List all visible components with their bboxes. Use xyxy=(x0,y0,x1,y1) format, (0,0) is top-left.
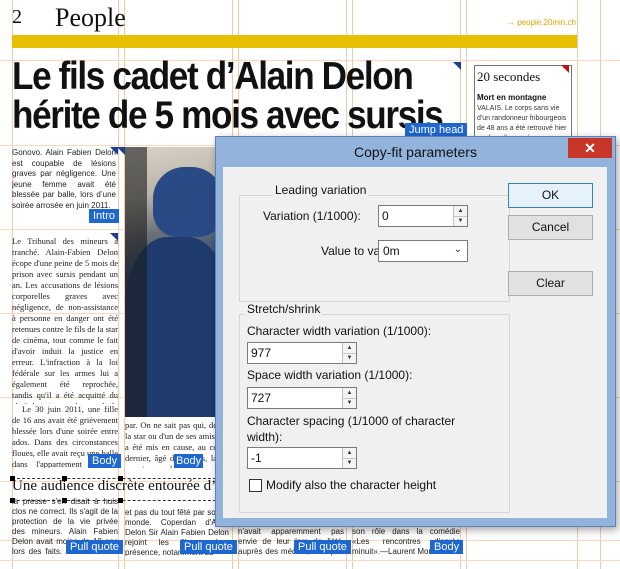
grid-guide xyxy=(0,560,620,561)
page-number: 2 xyxy=(12,6,22,28)
value-to-vary-selected: 0m xyxy=(383,244,400,258)
spin-down-icon[interactable]: ▼ xyxy=(343,398,356,408)
intro-tag: Intro xyxy=(89,209,120,223)
headline-line: Le fils cadet d’Alain Delon xyxy=(12,55,414,98)
body-tag: Body xyxy=(174,454,204,468)
char-width-input[interactable]: 977 xyxy=(251,346,271,360)
close-icon: ✕ xyxy=(584,140,596,156)
value-to-vary-select[interactable]: 0m ⌄ xyxy=(378,240,468,262)
body-text[interactable]: par. On ne sait pas qui, de la star ou d… xyxy=(125,420,217,468)
space-width-label: Space width variation (1/1000): xyxy=(247,368,413,382)
headline[interactable]: Le fils cadet d’Alain Delon hérite de 5 … xyxy=(12,55,444,137)
char-spacing-stepper[interactable]: -1 ▲ ▼ xyxy=(247,447,357,469)
section-title: People xyxy=(55,3,126,32)
selection-handle[interactable] xyxy=(62,476,67,481)
pull-quote-tag: Pull quote xyxy=(180,540,237,554)
variation-input[interactable]: 0 xyxy=(382,209,389,223)
section-url: → people.20min.ch xyxy=(507,18,576,27)
pull-quote-tag: Pull quote xyxy=(66,540,123,554)
body-text[interactable]: Le Tribunal des mineurs a tranché. Alain… xyxy=(12,236,118,404)
modify-height-label: Modify also the character height xyxy=(266,478,437,492)
photo-shadow xyxy=(125,147,147,417)
body-tag: Body xyxy=(88,454,122,468)
headline-line: hérite de 5 mois avec sursis xyxy=(12,94,444,137)
stepper-buttons: ▲ ▼ xyxy=(342,343,356,363)
pull-quote-tag: Pull quote xyxy=(294,540,351,554)
dialog-title: Copy-fit parameters xyxy=(354,144,477,160)
selection-handle[interactable] xyxy=(118,476,123,481)
spin-down-icon[interactable]: ▼ xyxy=(343,353,356,363)
leading-variation-group-label: Leading variation xyxy=(273,183,369,197)
body-tag: Body xyxy=(430,540,464,554)
frame-corner-marker xyxy=(561,65,569,73)
cancel-button[interactable]: Cancel xyxy=(508,215,593,240)
stepper-buttons: ▲ ▼ xyxy=(342,388,356,408)
subhead[interactable]: Une audience discrète entourée d’une xyxy=(12,478,238,495)
copy-fit-dialog: Copy-fit parameters ✕ Leading variation … xyxy=(215,136,616,527)
char-spacing-label: width): xyxy=(247,430,283,444)
clear-button[interactable]: Clear xyxy=(508,271,593,296)
sidebar-heading: Mort en montagne xyxy=(477,93,547,102)
char-width-stepper[interactable]: 977 ▲ ▼ xyxy=(247,342,357,364)
frame-corner-marker xyxy=(110,233,118,241)
sidebar-title: 20 secondes xyxy=(477,69,541,84)
frame-corner-marker xyxy=(453,62,461,70)
stepper-buttons: ▲ ▼ xyxy=(453,206,467,226)
variation-label: Variation (1/1000): xyxy=(263,209,361,223)
stretch-shrink-group-label: Stretch/shrink xyxy=(245,302,323,316)
space-width-input[interactable]: 727 xyxy=(251,391,271,405)
section-bar xyxy=(12,35,577,48)
char-spacing-label: Character spacing (1/1000 of character xyxy=(247,414,456,428)
jump-head-tag: Jump head xyxy=(405,123,468,137)
selection-handle[interactable] xyxy=(10,476,15,481)
chevron-down-icon: ⌄ xyxy=(453,244,462,255)
stepper-buttons: ▲ ▼ xyxy=(342,448,356,468)
space-width-stepper[interactable]: 727 ▲ ▼ xyxy=(247,387,357,409)
char-width-label: Character width variation (1/1000): xyxy=(247,324,432,338)
modify-height-checkbox[interactable] xyxy=(249,479,262,492)
char-spacing-input[interactable]: -1 xyxy=(251,451,262,465)
frame-corner-marker xyxy=(117,147,125,155)
dialog-body: Leading variation Variation (1/1000): 0 … xyxy=(223,167,607,518)
selection-handle[interactable] xyxy=(118,498,123,503)
dialog-titlebar[interactable]: Copy-fit parameters ✕ xyxy=(216,137,615,167)
ok-button[interactable]: OK xyxy=(508,183,593,208)
selection-outline xyxy=(12,478,216,479)
close-button[interactable]: ✕ xyxy=(568,138,612,158)
spin-down-icon[interactable]: ▼ xyxy=(454,216,467,226)
photo-figure xyxy=(153,167,223,237)
variation-stepper[interactable]: 0 ▲ ▼ xyxy=(378,205,468,227)
spin-down-icon[interactable]: ▼ xyxy=(343,458,356,468)
